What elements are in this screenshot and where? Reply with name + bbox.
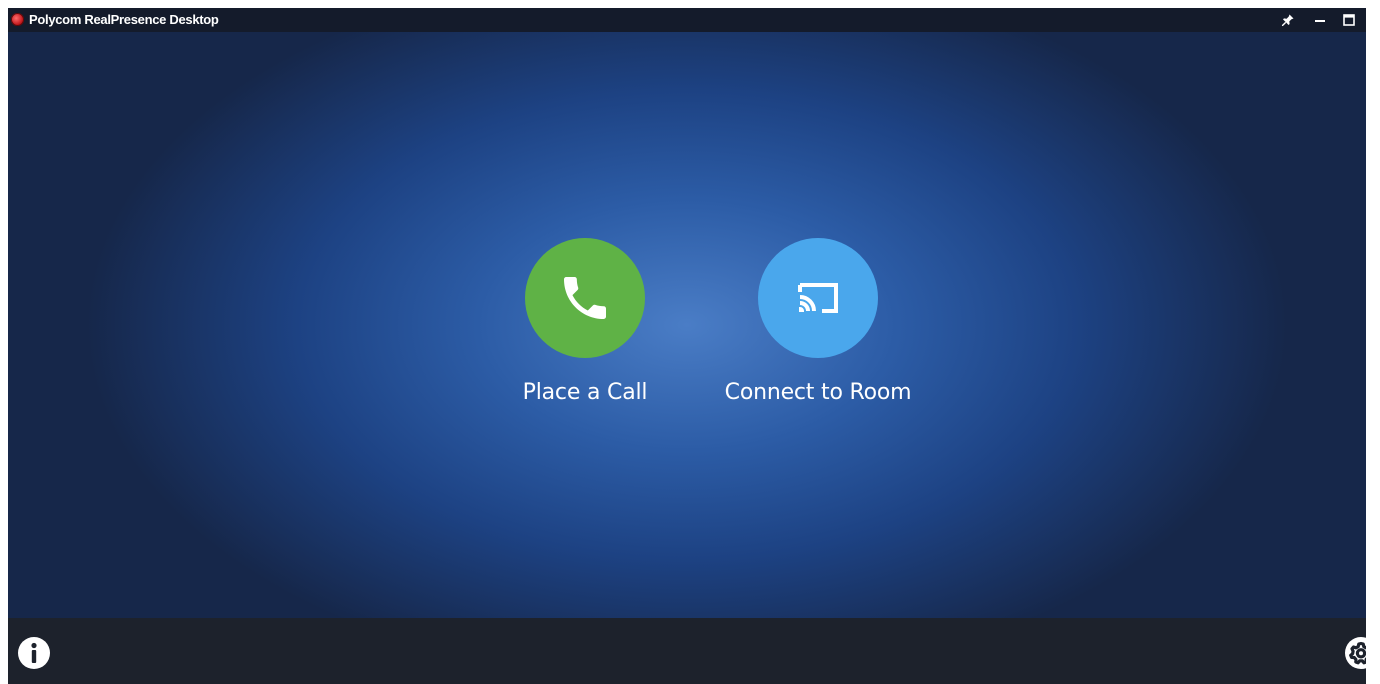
connect-room-label: Connect to Room — [724, 380, 912, 405]
pin-button[interactable] — [1278, 10, 1298, 30]
maximize-icon — [1343, 14, 1355, 26]
gear-icon — [1345, 637, 1366, 669]
title-bar: Polycom RealPresence Desktop — [8, 8, 1366, 32]
phone-icon — [564, 277, 606, 319]
app-window: Polycom RealPresence Desktop Place a Cal… — [8, 8, 1366, 684]
main-stage: Place a Call Connect to Room — [8, 32, 1366, 618]
info-button[interactable] — [17, 636, 51, 670]
polycom-logo-icon — [11, 13, 24, 26]
minimize-button[interactable] — [1310, 10, 1330, 30]
minimize-icon — [1315, 20, 1325, 22]
place-call-button[interactable]: Place a Call — [475, 238, 695, 405]
window-title: Polycom RealPresence Desktop — [29, 12, 219, 27]
place-call-circle[interactable] — [525, 238, 645, 358]
maximize-button[interactable] — [1339, 10, 1359, 30]
cast-screen-icon — [798, 283, 838, 313]
pin-icon — [1281, 14, 1294, 27]
connect-to-room-button[interactable]: Connect to Room — [708, 238, 928, 405]
place-call-label: Place a Call — [522, 380, 648, 405]
connect-room-circle[interactable] — [758, 238, 878, 358]
info-icon — [18, 637, 50, 669]
bottom-bar — [8, 618, 1366, 684]
settings-button[interactable] — [1344, 636, 1366, 670]
